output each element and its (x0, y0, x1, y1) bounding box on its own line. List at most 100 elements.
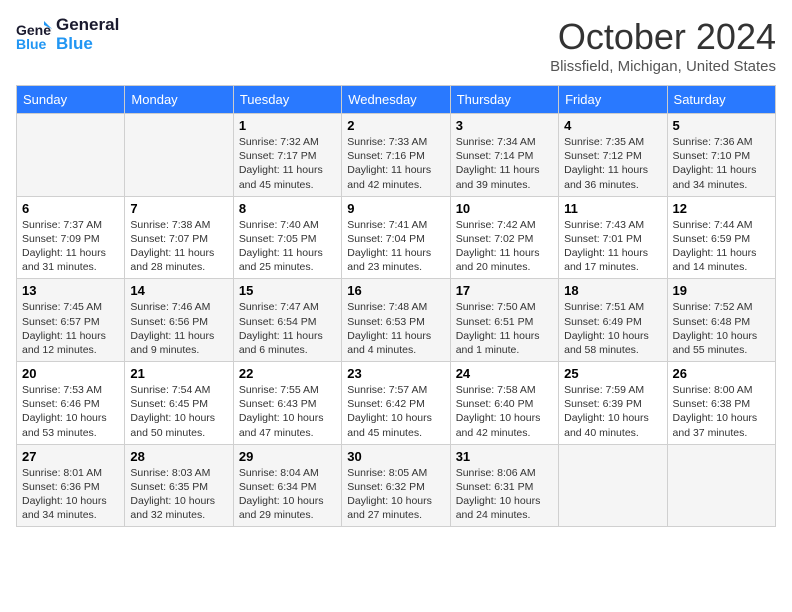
calendar-cell: 6Sunrise: 7:37 AMSunset: 7:09 PMDaylight… (17, 196, 125, 279)
day-info: Sunrise: 7:54 AMSunset: 6:45 PMDaylight:… (130, 383, 227, 440)
logo-line2: Blue (56, 35, 119, 54)
day-number: 19 (673, 283, 770, 298)
calendar-cell: 24Sunrise: 7:58 AMSunset: 6:40 PMDayligh… (450, 362, 558, 445)
day-info: Sunrise: 7:42 AMSunset: 7:02 PMDaylight:… (456, 218, 553, 275)
day-info: Sunrise: 7:41 AMSunset: 7:04 PMDaylight:… (347, 218, 444, 275)
calendar-cell: 18 Sunrise: 7:51 AMSunset: 6:49 PMDayligh… (559, 279, 667, 362)
day-number: 4 (564, 118, 661, 133)
calendar-cell: 25 Sunrise: 7:59 AMSunset: 6:39 PMDayligh… (559, 362, 667, 445)
day-number: 23 (347, 366, 444, 381)
day-number: 6 (22, 201, 119, 216)
day-info: Sunrise: 7:38 AMSunset: 7:07 PMDaylight:… (130, 218, 227, 275)
day-info: Sunrise: 7:43 AMSunset: 7:01 PMDaylight:… (564, 218, 661, 275)
weekday-header-sunday: Sunday (17, 86, 125, 114)
svg-text:Blue: Blue (16, 36, 47, 52)
day-info: Sunrise: 7:36 AMSunset: 7:10 PMDaylight:… (673, 135, 770, 192)
weekday-header-wednesday: Wednesday (342, 86, 450, 114)
week-row-5: 27Sunrise: 8:01 AMSunset: 6:36 PMDayligh… (17, 444, 776, 527)
logo: General Blue General Blue (16, 16, 119, 53)
week-row-2: 6Sunrise: 7:37 AMSunset: 7:09 PMDaylight… (17, 196, 776, 279)
day-info: Sunrise: 7:47 AMSunset: 6:54 PMDaylight:… (239, 300, 336, 357)
calendar-table: SundayMondayTuesdayWednesdayThursdayFrid… (16, 85, 776, 527)
calendar-cell (125, 114, 233, 197)
weekday-header-saturday: Saturday (667, 86, 775, 114)
day-number: 25 (564, 366, 661, 381)
calendar-cell: 15 Sunrise: 7:47 AMSunset: 6:54 PMDayligh… (233, 279, 341, 362)
calendar-cell: 9 Sunrise: 7:41 AMSunset: 7:04 PMDaylight… (342, 196, 450, 279)
day-number: 26 (673, 366, 770, 381)
day-number: 11 (564, 201, 661, 216)
calendar-cell: 22 Sunrise: 7:55 AMSunset: 6:43 PMDayligh… (233, 362, 341, 445)
day-number: 1 (239, 118, 336, 133)
calendar-cell: 5Sunrise: 7:36 AMSunset: 7:10 PMDaylight… (667, 114, 775, 197)
day-info: Sunrise: 7:33 AMSunset: 7:16 PMDaylight:… (347, 135, 444, 192)
day-info: Sunrise: 8:00 AMSunset: 6:38 PMDaylight:… (673, 383, 770, 440)
weekday-header-friday: Friday (559, 86, 667, 114)
day-info: Sunrise: 7:45 AMSunset: 6:57 PMDaylight:… (22, 300, 119, 357)
calendar-cell: 4 Sunrise: 7:35 AMSunset: 7:12 PMDaylight… (559, 114, 667, 197)
month-title: October 2024 (550, 16, 776, 58)
day-info: Sunrise: 8:06 AMSunset: 6:31 PMDaylight:… (456, 466, 553, 523)
day-number: 12 (673, 201, 770, 216)
calendar-cell: 21Sunrise: 7:54 AMSunset: 6:45 PMDayligh… (125, 362, 233, 445)
day-number: 8 (239, 201, 336, 216)
day-number: 30 (347, 449, 444, 464)
weekday-header-thursday: Thursday (450, 86, 558, 114)
day-number: 18 (564, 283, 661, 298)
day-number: 17 (456, 283, 553, 298)
calendar-cell: 11 Sunrise: 7:43 AMSunset: 7:01 PMDayligh… (559, 196, 667, 279)
day-info: Sunrise: 7:32 AMSunset: 7:17 PMDaylight:… (239, 135, 336, 192)
day-number: 14 (130, 283, 227, 298)
day-number: 15 (239, 283, 336, 298)
day-info: Sunrise: 7:57 AMSunset: 6:42 PMDaylight:… (347, 383, 444, 440)
day-info: Sunrise: 7:50 AMSunset: 6:51 PMDaylight:… (456, 300, 553, 357)
day-info: Sunrise: 8:04 AMSunset: 6:34 PMDaylight:… (239, 466, 336, 523)
day-info: Sunrise: 7:48 AMSunset: 6:53 PMDaylight:… (347, 300, 444, 357)
day-number: 20 (22, 366, 119, 381)
calendar-cell: 30 Sunrise: 8:05 AMSunset: 6:32 PMDayligh… (342, 444, 450, 527)
calendar-cell: 16 Sunrise: 7:48 AMSunset: 6:53 PMDayligh… (342, 279, 450, 362)
day-number: 29 (239, 449, 336, 464)
logo-icon: General Blue (16, 17, 52, 53)
day-info: Sunrise: 7:53 AMSunset: 6:46 PMDaylight:… (22, 383, 119, 440)
calendar-cell: 7 Sunrise: 7:38 AMSunset: 7:07 PMDaylight… (125, 196, 233, 279)
day-number: 27 (22, 449, 119, 464)
day-info: Sunrise: 8:05 AMSunset: 6:32 PMDaylight:… (347, 466, 444, 523)
location: Blissfield, Michigan, United States (550, 58, 776, 75)
calendar-cell: 8Sunrise: 7:40 AMSunset: 7:05 PMDaylight… (233, 196, 341, 279)
day-info: Sunrise: 7:52 AMSunset: 6:48 PMDaylight:… (673, 300, 770, 357)
calendar-cell (667, 444, 775, 527)
day-number: 24 (456, 366, 553, 381)
day-number: 10 (456, 201, 553, 216)
day-number: 31 (456, 449, 553, 464)
day-info: Sunrise: 7:35 AMSunset: 7:12 PMDaylight:… (564, 135, 661, 192)
day-info: Sunrise: 7:51 AMSunset: 6:49 PMDaylight:… (564, 300, 661, 357)
day-info: Sunrise: 7:55 AMSunset: 6:43 PMDaylight:… (239, 383, 336, 440)
day-number: 22 (239, 366, 336, 381)
weekday-header-tuesday: Tuesday (233, 86, 341, 114)
calendar-cell: 28Sunrise: 8:03 AMSunset: 6:35 PMDayligh… (125, 444, 233, 527)
day-info: Sunrise: 7:59 AMSunset: 6:39 PMDaylight:… (564, 383, 661, 440)
day-number: 2 (347, 118, 444, 133)
day-info: Sunrise: 7:46 AMSunset: 6:56 PMDaylight:… (130, 300, 227, 357)
calendar-cell: 3Sunrise: 7:34 AMSunset: 7:14 PMDaylight… (450, 114, 558, 197)
calendar-cell (17, 114, 125, 197)
day-number: 13 (22, 283, 119, 298)
day-number: 3 (456, 118, 553, 133)
logo-line1: General (56, 16, 119, 35)
calendar-cell: 14 Sunrise: 7:46 AMSunset: 6:56 PMDayligh… (125, 279, 233, 362)
calendar-cell: 20 Sunrise: 7:53 AMSunset: 6:46 PMDayligh… (17, 362, 125, 445)
day-number: 16 (347, 283, 444, 298)
calendar-cell: 13 Sunrise: 7:45 AMSunset: 6:57 PMDayligh… (17, 279, 125, 362)
day-number: 7 (130, 201, 227, 216)
page-header: General Blue General Blue October 2024 B… (16, 16, 776, 75)
day-number: 9 (347, 201, 444, 216)
calendar-cell: 19 Sunrise: 7:52 AMSunset: 6:48 PMDayligh… (667, 279, 775, 362)
calendar-cell: 27Sunrise: 8:01 AMSunset: 6:36 PMDayligh… (17, 444, 125, 527)
day-number: 28 (130, 449, 227, 464)
weekday-header-monday: Monday (125, 86, 233, 114)
calendar-cell: 12 Sunrise: 7:44 AMSunset: 6:59 PMDayligh… (667, 196, 775, 279)
calendar-cell: 17 Sunrise: 7:50 AMSunset: 6:51 PMDayligh… (450, 279, 558, 362)
calendar-cell: 31 Sunrise: 8:06 AMSunset: 6:31 PMDayligh… (450, 444, 558, 527)
day-info: Sunrise: 7:44 AMSunset: 6:59 PMDaylight:… (673, 218, 770, 275)
